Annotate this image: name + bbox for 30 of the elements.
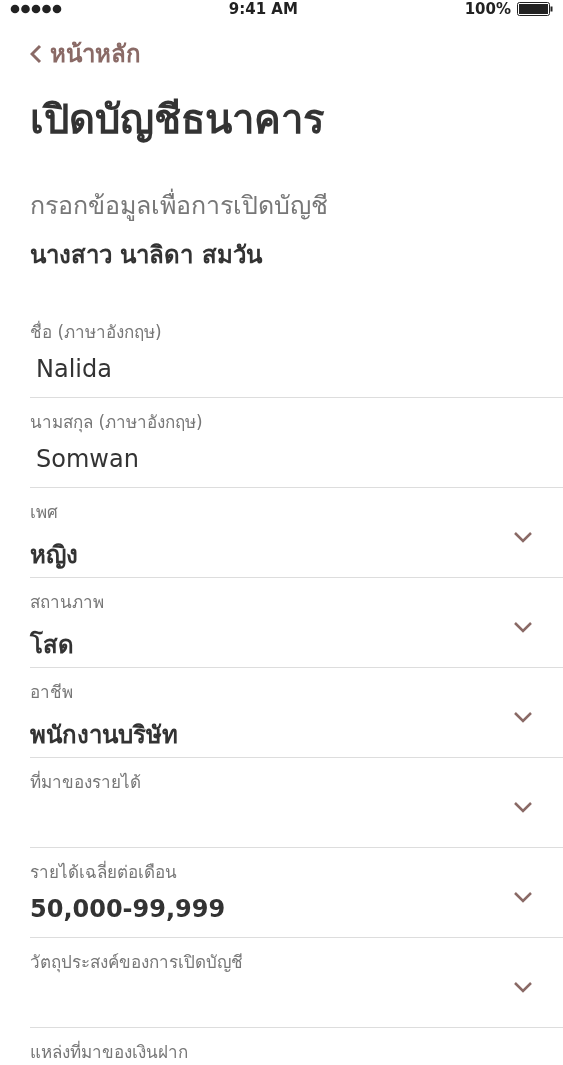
input-field[interactable]: Somwan [36, 445, 139, 473]
status-time: 9:41 AM [228, 0, 298, 18]
chevron-down-icon[interactable] [513, 711, 533, 723]
field-label: แหล่งที่มาของเงินฝาก [30, 1039, 188, 1064]
select-value[interactable]: โสด [30, 625, 74, 664]
chevron-left-icon [30, 43, 42, 64]
field-label: นามสกุล (ภาษาอังกฤษ) [30, 411, 203, 435]
signal-icon [10, 4, 62, 14]
page-title: เปิดบัญชีธนาคาร [30, 95, 325, 145]
customer-name: นางสาว นาลิดา สมวัน [30, 240, 264, 271]
field-label: รายได้เฉลี่ยต่อเดือน [30, 859, 177, 884]
chevron-down-icon[interactable] [513, 801, 533, 813]
input-field[interactable]: Nalida [36, 355, 112, 383]
chevron-down-icon[interactable] [513, 531, 533, 543]
chevron-down-icon[interactable] [513, 891, 533, 903]
field-label: อาชีพ [30, 681, 73, 704]
select-value[interactable]: หญิง [30, 535, 78, 574]
battery-percent: 100% [464, 0, 511, 18]
field-label: วัตถุประสงค์ของการเปิดบัญชี [30, 951, 243, 975]
form-subtitle: กรอกข้อมูลเพื่อการเปิดบัญชี [30, 185, 563, 225]
field-label: ที่มาของรายได้ [30, 769, 141, 794]
select-value[interactable]: พนักงานบริษัท [30, 715, 178, 754]
back-link[interactable]: หน้าหลัก [30, 34, 141, 73]
battery-icon [517, 2, 553, 16]
chevron-down-icon[interactable] [513, 981, 533, 993]
chevron-down-icon[interactable] [513, 621, 533, 633]
field-label: เพศ [30, 501, 58, 524]
field-label: สถานภาพ [30, 591, 104, 614]
select-value[interactable]: 50,000-99,999 [30, 895, 226, 923]
field-label: ชื่อ (ภาษาอังกฤษ) [30, 319, 162, 344]
